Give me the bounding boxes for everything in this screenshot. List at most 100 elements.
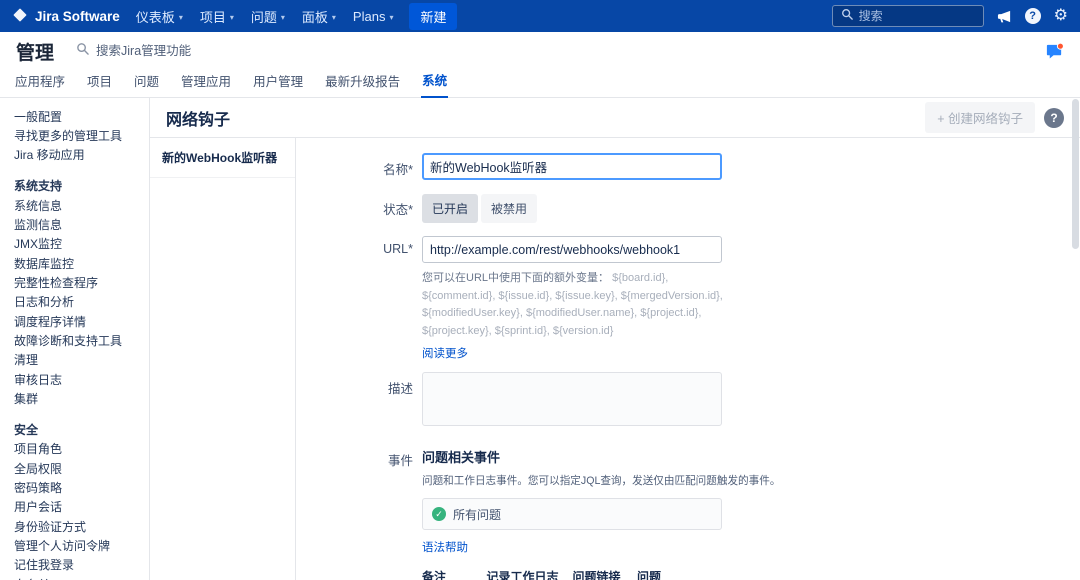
url-label: URL* — [383, 242, 413, 256]
name-input[interactable] — [422, 153, 722, 180]
checkbox-group: 记录工作日志 已创建 已更新 已删除 — [487, 568, 559, 580]
settings-gear-icon[interactable]: ⚙ — [1054, 8, 1068, 24]
system-sidebar: 一般配置 寻找更多的管理工具 Jira 移动应用 系统支持 系统信息 监测信息 JMX监… — [0, 98, 150, 580]
brand-label: Jira Software — [35, 8, 120, 24]
admin-tab[interactable]: 最新升级报告 — [324, 71, 401, 97]
create-button[interactable]: 新建 — [409, 2, 458, 30]
sidebar-item[interactable]: 项目角色 — [14, 440, 145, 459]
jira-logo-icon — [12, 7, 28, 26]
sidebar-item[interactable]: JMX监控 — [14, 235, 145, 254]
admin-tabs: 应用程序 项目 问题 管理应用 用户管理 最新升级报告 系统 — [0, 70, 1080, 98]
sidebar-item[interactable]: 寻找更多的管理工具 — [14, 126, 145, 145]
form-row-status: 状态* 已开启 被禁用 — [296, 193, 1070, 223]
page-header-actions: + 创建网络钩子 ? — [925, 102, 1064, 133]
sidebar-item[interactable]: 日志和分析 — [14, 293, 145, 312]
page-header: 网络钩子 + 创建网络钩子 ? — [150, 98, 1080, 138]
admin-tab[interactable]: 项目 — [86, 71, 113, 97]
jql-filter-value: 所有问题 — [453, 507, 502, 522]
create-webhook-button[interactable]: + 创建网络钩子 — [925, 102, 1035, 133]
webhooks-body: 新的WebHook监听器 名称* 状态* — [150, 138, 1080, 580]
page-help-icon[interactable]: ? — [1044, 107, 1064, 128]
sidebar-item[interactable]: 管理个人访问令牌 — [14, 537, 145, 556]
checkbox-group-title: 记录工作日志 — [486, 570, 559, 580]
sidebar-group: 安全 项目角色全局权限密码策略用户会话身份验证方式管理个人访问令牌记住我登录白名… — [14, 418, 145, 580]
webhook-list-item-selected[interactable]: 新的WebHook监听器 — [150, 138, 295, 178]
nav-menu-item[interactable]: 面板 ▾ — [302, 7, 336, 26]
scrollbar-thumb[interactable] — [1072, 99, 1079, 249]
syntax-help-link[interactable]: 语法帮助 — [422, 539, 468, 555]
status-label: 状态* — [383, 203, 413, 217]
help-icon[interactable]: ? — [1024, 8, 1041, 24]
sidebar-item[interactable]: 审核日志 — [14, 370, 145, 389]
check-circle-icon: ✓ — [432, 507, 446, 522]
admin-tab[interactable]: 问题 — [133, 71, 160, 97]
chevron-down-icon: ▾ — [280, 12, 285, 22]
sidebar-item[interactable]: 记住我登录 — [14, 556, 145, 575]
admin-tab[interactable]: 系统 — [421, 70, 449, 98]
admin-header: 管理 — [0, 32, 1080, 70]
admin-search-input[interactable] — [96, 44, 267, 58]
search-icon — [76, 42, 89, 60]
status-enabled-button[interactable]: 已开启 — [422, 194, 479, 223]
checkbox-group-title: 问题 — [637, 570, 662, 580]
description-textarea[interactable] — [422, 372, 722, 427]
chevron-down-icon: ▾ — [331, 12, 336, 22]
announcement-icon[interactable] — [997, 9, 1012, 24]
issue-events-description: 问题和工作日志事件。您可以指定JQL查询，发送仅由匹配问题触发的事件。 — [422, 475, 781, 488]
jira-admin-webhooks-screen: Jira Software 仪表板▾项目▾问题▾面板▾Plans▾ 新建 ? ⚙… — [0, 0, 1080, 580]
chevron-down-icon: ▾ — [389, 12, 394, 22]
notifications-icon[interactable] — [1045, 42, 1064, 61]
nav-right-cluster: ? ⚙ — [831, 5, 1068, 27]
sidebar-item[interactable]: 身份验证方式 — [14, 517, 145, 536]
url-help-text: 您可以在URL中使用下面的额外变量： ${board.id}, ${commen… — [422, 270, 724, 340]
form-row-name: 名称* — [296, 153, 1070, 180]
sidebar-item[interactable]: 系统信息 — [14, 196, 145, 215]
sidebar-item[interactable]: 清理 — [14, 351, 145, 370]
sidebar-item[interactable]: 完整性检查程序 — [14, 273, 145, 292]
form-row-url: URL* 您可以在URL中使用下面的额外变量： ${board.id}, ${c… — [296, 236, 1070, 362]
nav-menu-item[interactable]: 仪表板 ▾ — [136, 7, 183, 26]
checkbox-group: 问题链接 已创建 已删除 — [573, 568, 624, 580]
sidebar-item[interactable]: 故障诊断和支持工具 — [14, 331, 145, 350]
admin-tab[interactable]: 管理应用 — [180, 71, 232, 97]
sidebar-item[interactable]: 全局权限 — [14, 459, 145, 478]
sidebar-item[interactable]: 集群 — [14, 389, 145, 408]
event-checkbox-groups: 备注 已创建 已更新 已删除 记录工作日志 已创建 已更新 已删除 问题链接 已… — [422, 568, 732, 580]
sidebar-item[interactable]: 监测信息 — [14, 215, 145, 234]
name-label: 名称* — [383, 163, 413, 177]
sidebar-item[interactable]: 数据库监控 — [14, 254, 145, 273]
sidebar-item[interactable]: 用户会话 — [14, 498, 145, 517]
status-disabled-button[interactable]: 被禁用 — [481, 194, 538, 223]
webhook-form: 名称* 状态* 已开启 被禁用 — [296, 138, 1080, 580]
sidebar-section-title: 系统支持 — [14, 179, 63, 194]
issue-events-title: 问题相关事件 — [422, 450, 501, 466]
top-navigation: Jira Software 仪表板▾ 项目▾ 问题▾ 面板▾ Plans▾ 新建 ? ⚙ — [0, 0, 1080, 32]
sidebar-group: 系统支持 系统信息 监测信息 JMX监控 数据库监控 完整性检查程序 日志和分析 调度程序详… — [14, 174, 145, 409]
admin-tab[interactable]: 应用程序 — [14, 71, 66, 97]
admin-search[interactable] — [76, 42, 267, 60]
webhook-list: 新的WebHook监听器 — [150, 138, 296, 580]
sidebar-item[interactable]: 一般配置 — [14, 107, 145, 126]
admin-title: 管理 — [16, 42, 55, 64]
global-search-input[interactable] — [858, 9, 975, 23]
vertical-scrollbar[interactable] — [1072, 99, 1079, 578]
page-title: 网络钩子 — [166, 111, 231, 129]
jira-logo[interactable]: Jira Software — [12, 7, 120, 26]
nav-menu-item[interactable]: 问题 ▾ — [251, 7, 285, 26]
url-input[interactable] — [422, 236, 722, 263]
checkbox-group-title: 备注 — [422, 570, 447, 580]
read-more-link[interactable]: 阅读更多 — [422, 345, 468, 361]
nav-menu-item[interactable]: 项目 ▾ — [200, 7, 234, 26]
global-search[interactable] — [831, 5, 984, 27]
sidebar-item[interactable]: 密码策略 — [14, 479, 145, 498]
description-label: 描述 — [387, 382, 413, 397]
chevron-down-icon: ▾ — [178, 12, 183, 22]
jql-filter-input[interactable]: ✓ 所有问题 — [422, 498, 722, 531]
sidebar-item[interactable]: 调度程序详情 — [14, 312, 145, 331]
nav-menu-item[interactable]: Plans ▾ — [353, 9, 394, 24]
admin-tab[interactable]: 用户管理 — [252, 71, 304, 97]
checkbox-group-title: 问题链接 — [572, 570, 621, 580]
main-panel: 网络钩子 + 创建网络钩子 ? 新的WebHook监听器 名称* 新的WebHo… — [150, 98, 1080, 580]
sidebar-item[interactable]: 白名单 — [14, 575, 145, 580]
sidebar-item[interactable]: Jira 移动应用 — [14, 146, 145, 165]
